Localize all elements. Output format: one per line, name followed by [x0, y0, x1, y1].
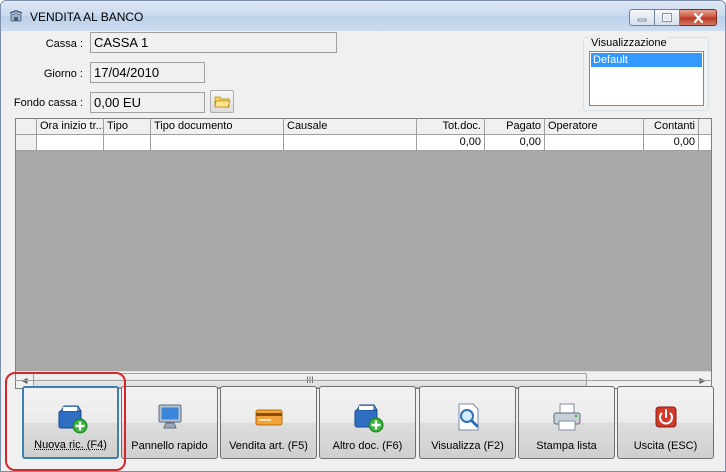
column-header-filler [699, 119, 711, 135]
cassa-field[interactable]: CASSA 1 [90, 32, 337, 53]
sell-article-button[interactable]: Vendita art. (F5) [220, 386, 317, 459]
app-icon [10, 10, 22, 22]
quick-panel-button[interactable]: Pannello rapido [121, 386, 218, 459]
fondo-cassa-label: Fondo cassa : [13, 97, 83, 109]
table-cell[interactable]: 0,00 [644, 135, 699, 151]
quick-panel-label: Pannello rapido [131, 440, 208, 452]
visualizzazione-list[interactable]: Default [589, 51, 704, 106]
table-cell[interactable] [37, 135, 104, 151]
table-cell[interactable] [545, 135, 644, 151]
column-header[interactable]: Tipo [104, 119, 151, 135]
grid-corner [16, 119, 37, 135]
table-row[interactable]: 0,00 0,00 0,00 [16, 135, 711, 151]
table-cell[interactable] [284, 135, 417, 151]
column-header[interactable]: Tot.doc. [417, 119, 485, 135]
giorno-field[interactable]: 17/04/2010 [90, 62, 205, 83]
row-selector[interactable] [16, 135, 37, 151]
cassa-label: Cassa : [45, 38, 83, 50]
new-document-icon [354, 404, 384, 433]
giorno-label: Giorno : [43, 68, 83, 80]
column-header[interactable]: Tipo documento [151, 119, 284, 135]
power-icon [655, 406, 677, 428]
column-header[interactable]: Contanti [644, 119, 699, 135]
monitor-icon [158, 404, 182, 429]
minimize-button[interactable] [629, 9, 655, 26]
other-document-label: Altro doc. (F6) [332, 440, 403, 452]
visualizzazione-group: Visualizzazione Default [583, 37, 709, 111]
window-title: VENDITA AL BANCO [30, 10, 144, 24]
print-list-button[interactable]: Stampa lista [518, 386, 615, 459]
open-folder-button[interactable] [210, 90, 234, 113]
table-cell[interactable]: 0,00 [417, 135, 485, 151]
table-cell[interactable] [104, 135, 151, 151]
close-button[interactable] [680, 9, 717, 26]
sell-article-label: Vendita art. (F5) [229, 440, 308, 452]
column-header[interactable]: Pagato [485, 119, 545, 135]
column-header[interactable]: Causale [284, 119, 417, 135]
documents-grid[interactable]: Ora inizio tr... Tipo Tipo documento Cau… [15, 118, 712, 389]
grid-header: Ora inizio tr... Tipo Tipo documento Cau… [16, 119, 711, 135]
exit-button[interactable]: Uscita (ESC) [617, 386, 714, 459]
column-header[interactable]: Ora inizio tr... [37, 119, 104, 135]
view-button[interactable]: Visualizza (F2) [419, 386, 516, 459]
fondo-cassa-field[interactable]: 0,00 EU [90, 92, 205, 113]
visualizzazione-label: Visualizzazione [589, 37, 669, 49]
maximize-button[interactable] [655, 9, 680, 26]
printer-icon [553, 403, 581, 431]
title-bar[interactable]: VENDITA AL BANCO [1, 1, 725, 31]
table-cell[interactable]: 0,00 [485, 135, 545, 151]
print-list-label: Stampa lista [536, 440, 597, 452]
main-window: VENDITA AL BANCO Cassa : CASSA 1 Giorno … [0, 0, 726, 472]
exit-label: Uscita (ESC) [633, 440, 698, 452]
table-cell-filler [699, 135, 711, 151]
magnify-icon [458, 403, 479, 431]
maximize-icon [662, 13, 672, 22]
close-icon [693, 12, 703, 23]
highlight-annotation [5, 372, 126, 471]
visualizzazione-item-default[interactable]: Default [591, 53, 702, 67]
column-header[interactable]: Operatore [545, 119, 644, 135]
folder-icon [214, 96, 231, 108]
minimize-icon [637, 18, 647, 21]
other-document-button[interactable]: Altro doc. (F6) [319, 386, 416, 459]
view-label: Visualizza (F2) [431, 440, 504, 452]
table-cell[interactable] [151, 135, 284, 151]
card-icon [255, 409, 283, 426]
